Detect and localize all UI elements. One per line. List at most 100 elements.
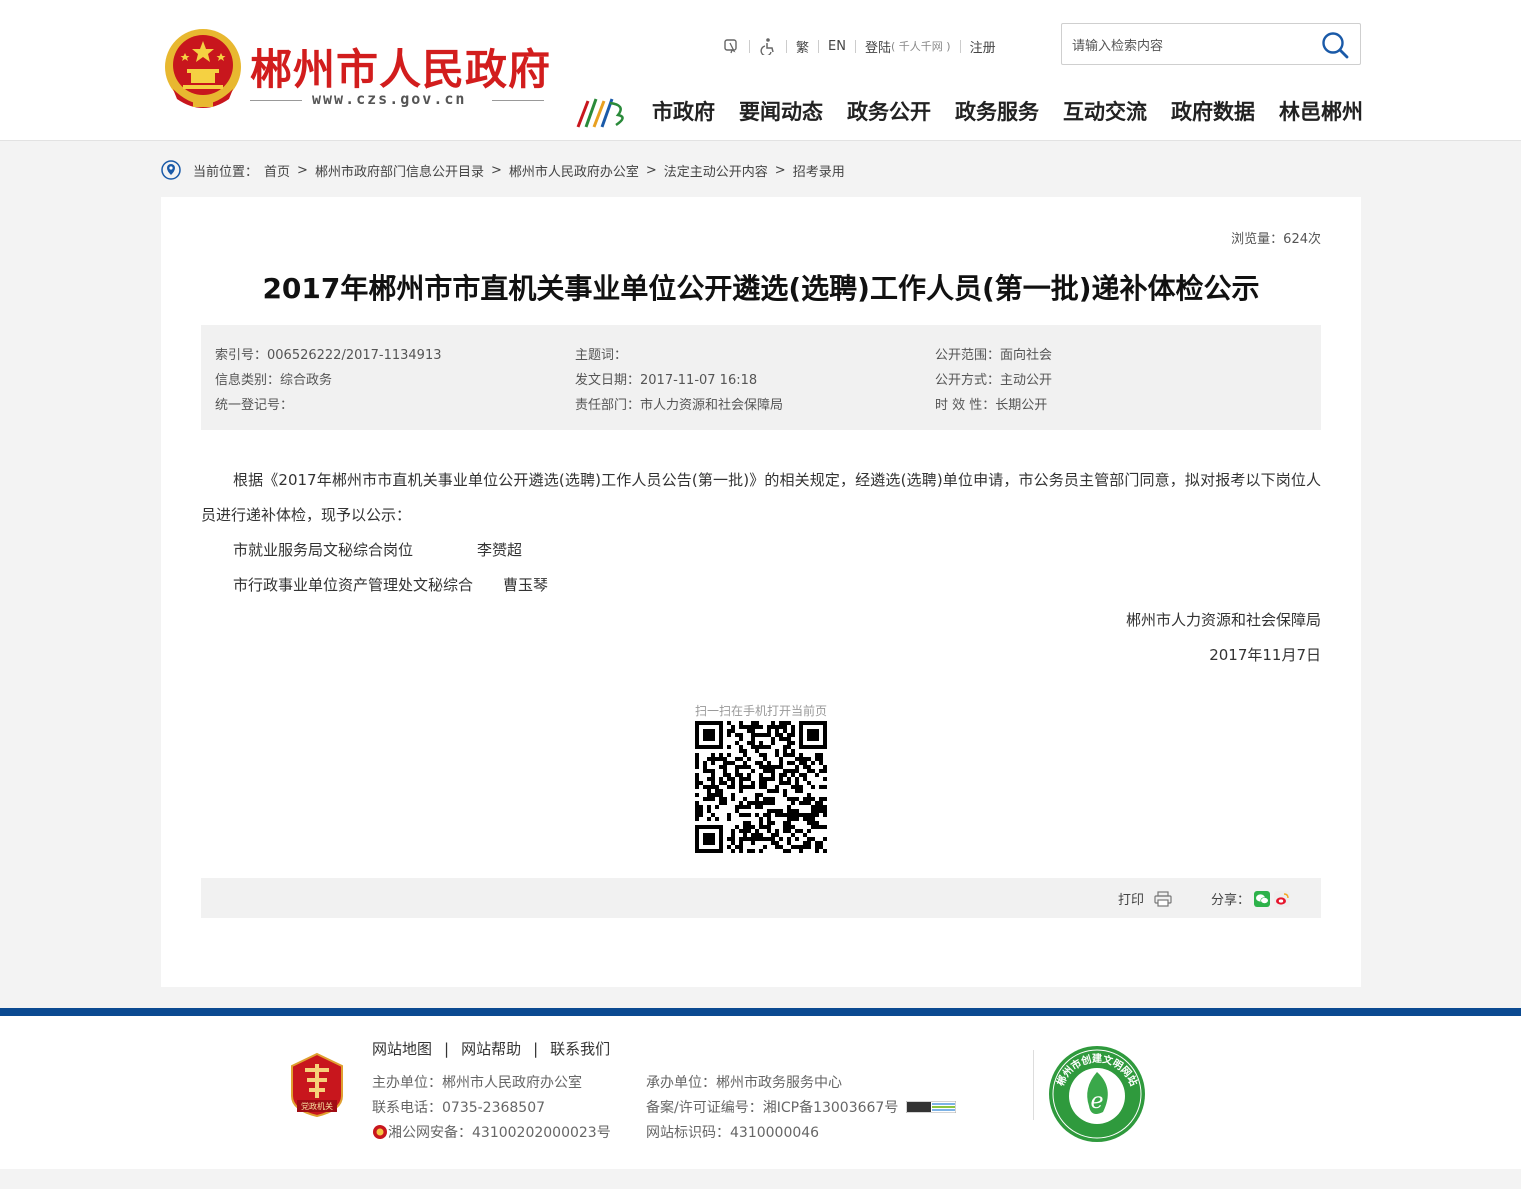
nav-item-linyi[interactable]: 林邑郴州: [1279, 96, 1363, 126]
civilized-website-seal-icon[interactable]: e 郴州市创建文明网站: [1047, 1044, 1147, 1144]
badge-text: 党政机关: [301, 1101, 333, 1111]
separator: [786, 39, 787, 53]
breadcrumb-home[interactable]: 首页: [264, 161, 290, 180]
search-input[interactable]: [1072, 34, 1312, 56]
footer-divider-bar: [0, 1008, 1521, 1016]
footer-site-code: 网站标识码：4310000046: [646, 1125, 820, 1141]
footer-host: 主办单位：郴州市人民政府办公室: [372, 1075, 582, 1091]
separator: [749, 39, 750, 53]
svg-text:e: e: [1090, 1089, 1103, 1114]
breadcrumb: 当前位置： 首页 > 郴州市政府部门信息公开目录 > 郴州市人民政府办公室 > …: [161, 159, 845, 181]
share-bar: 分享：: [1211, 889, 1291, 908]
top-links: 繁 EN 登陆 ( 千人千网 ) 注册: [722, 36, 996, 56]
divider-line: [250, 100, 302, 101]
separator: |: [444, 1039, 450, 1058]
qr-label: 扫一扫在手机打开当前页: [694, 704, 827, 718]
cnzz-stat-icon[interactable]: [906, 1101, 957, 1113]
breadcrumb-directory[interactable]: 郴州市政府部门信息公开目录: [315, 161, 484, 180]
footer-link-help[interactable]: 网站帮助: [461, 1038, 521, 1059]
register-link[interactable]: 注册: [970, 37, 996, 56]
divider-line: [492, 100, 544, 101]
meta-scope: 公开范围：面向社会: [935, 348, 1053, 363]
article-title: 2017年郴州市市直机关事业单位公开遴选(选聘)工作人员(第一批)递补体检公示: [262, 272, 1260, 305]
metadata-table: 索引号：006526222/2017-1134913 信息类别：综合政务 统一登…: [201, 325, 1321, 430]
article-panel: 浏览量：624次 2017年郴州市市直机关事业单位公开遴选(选聘)工作人员(第一…: [161, 197, 1361, 987]
site-footer: 党政机关 网站地图 | 网站帮助 | 联系我们 主办单位：郴州市人民政府办公室 …: [0, 1016, 1521, 1169]
breadcrumb-label: 当前位置：: [193, 164, 259, 180]
site-url-row: www.czs.gov.cn: [250, 90, 546, 110]
nav-item-interaction[interactable]: 互动交流: [1063, 96, 1147, 126]
meta-reg-no: 统一登记号：: [215, 398, 294, 413]
view-count: 浏览量：624次: [1231, 232, 1321, 247]
site-title[interactable]: 郴州市人民政府: [250, 36, 551, 97]
footer-divider: [1033, 1050, 1034, 1120]
meta-method: 公开方式：主动公开: [935, 373, 1053, 388]
separator: |: [533, 1039, 539, 1058]
footer-police-row[interactable]: 湘公网安备：43100202000023号: [372, 1122, 611, 1142]
candidate-name: 李赟超: [477, 541, 523, 559]
wechat-icon[interactable]: [1254, 890, 1271, 907]
bottom-strip: [0, 1169, 1521, 1189]
breadcrumb-recruitment[interactable]: 招考录用: [793, 161, 845, 180]
breadcrumb-separator: >: [490, 162, 502, 178]
login-note: ( 千人千网 ): [890, 40, 951, 53]
footer-link-sitemap[interactable]: 网站地图: [372, 1038, 432, 1059]
footer-undertake: 承办单位：郴州市政务服务中心: [646, 1075, 842, 1091]
article-body: 根据《2017年郴州市市直机关事业单位公开遴选(选聘)工作人员公告(第一批)》的…: [201, 463, 1321, 673]
search-box: [1061, 23, 1361, 65]
english-link[interactable]: EN: [828, 39, 846, 54]
footer-police[interactable]: 湘公网安备：43100202000023号: [388, 1122, 611, 1142]
share-label: 分享：: [1211, 893, 1251, 908]
breadcrumb-separator: >: [297, 162, 308, 178]
candidate-name: 曹玉琴: [503, 576, 549, 594]
meta-category: 信息类别：综合政务: [215, 373, 333, 388]
breadcrumb-separator: >: [774, 162, 786, 178]
list-item: 市就业服务局文秘综合岗位 李赟超: [201, 533, 1321, 568]
party-government-badge-icon[interactable]: 党政机关: [289, 1052, 345, 1118]
meta-dept: 责任部门：市人力资源和社会保障局: [575, 398, 784, 413]
national-emblem-icon: [165, 29, 241, 108]
traditional-chinese-link[interactable]: 繁: [796, 37, 809, 56]
nav-item-services[interactable]: 政务服务: [955, 96, 1039, 126]
list-item: 市行政事业单位资产管理处文秘综合 曹玉琴: [201, 568, 1321, 603]
printer-icon: [1154, 890, 1172, 907]
accessibility-wheelchair-icon[interactable]: [759, 37, 777, 55]
breadcrumb-separator: >: [645, 162, 657, 178]
footer-link-contact[interactable]: 联系我们: [550, 1038, 610, 1059]
footer-icp-row: 备案/许可证编号：湘ICP备13003667号: [646, 1097, 957, 1117]
meta-subject: 主题词：: [575, 348, 628, 363]
signer: 郴州市人力资源和社会保障局: [1125, 611, 1321, 629]
article-toolbar: 打印 分享：: [201, 878, 1321, 918]
site-header: 郴州市人民政府 www.czs.gov.cn 繁 EN 登陆 ( 千人千网 ) …: [0, 0, 1521, 141]
article-paragraph: 根据《2017年郴州市市直机关事业单位公开遴选(选聘)工作人员公告(第一批)》的…: [201, 471, 1321, 524]
police-badge-icon: [373, 1125, 387, 1139]
separator: [959, 39, 961, 53]
location-pin-icon: [161, 160, 181, 180]
footer-links: 网站地图 | 网站帮助 | 联系我们: [372, 1038, 610, 1059]
qr-code-icon: [695, 721, 827, 853]
nav-item-data[interactable]: 政府数据: [1171, 96, 1255, 126]
separator: [818, 39, 820, 53]
post-title: 市就业服务局文秘综合岗位: [233, 541, 414, 559]
footer-phone: 联系电话：0735-2368507: [372, 1100, 546, 1116]
search-icon[interactable]: [1320, 30, 1350, 60]
breadcrumb-office[interactable]: 郴州市人民政府办公室: [509, 161, 639, 180]
nav-item-news[interactable]: 要闻动态: [739, 96, 823, 126]
main-nav: 市政府 要闻动态 政务公开 政务服务 互动交流 政府数据 林邑郴州: [640, 96, 1375, 126]
breadcrumb-disclosure[interactable]: 法定主动公开内容: [664, 161, 768, 180]
nav-item-city-government[interactable]: 市政府: [652, 96, 715, 126]
login-link[interactable]: 登陆: [865, 37, 891, 56]
weibo-icon[interactable]: [1274, 890, 1291, 907]
meta-date: 发文日期：2017-11-07 16:18: [575, 373, 758, 388]
accessibility-reader-icon[interactable]: [722, 37, 740, 55]
linyi-chenzhou-logo-icon: [576, 98, 624, 128]
print-button[interactable]: 打印: [1118, 889, 1172, 908]
site-url: www.czs.gov.cn: [312, 90, 467, 108]
print-label: 打印: [1118, 893, 1145, 908]
sign-date: 2017年11月7日: [1209, 646, 1321, 664]
meta-validity: 时 效 性：长期公开: [935, 398, 1048, 413]
meta-index-no: 索引号：006526222/2017-1134913: [215, 348, 442, 363]
footer-icp[interactable]: 备案/许可证编号：湘ICP备13003667号: [646, 1097, 898, 1117]
post-title: 市行政事业单位资产管理处文秘综合: [233, 576, 474, 594]
nav-item-open-government[interactable]: 政务公开: [847, 96, 931, 126]
